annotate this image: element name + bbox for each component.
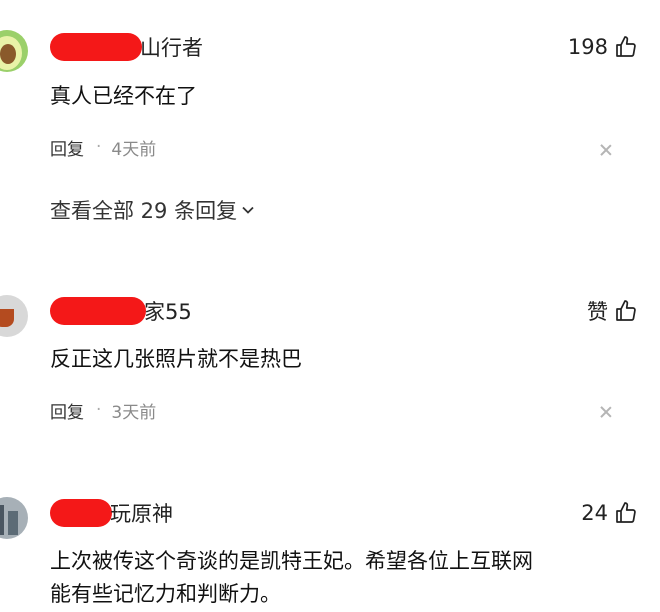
- comment-text-line-1: 上次被传这个奇谈的是凯特王妃。希望各位上互联网: [50, 549, 533, 573]
- timestamp: 4天前: [111, 139, 157, 160]
- like-count: 198: [567, 35, 608, 59]
- reply-button[interactable]: 回复: [50, 398, 84, 423]
- comment-header: 山行者: [50, 32, 203, 62]
- redaction-mark: [50, 297, 146, 325]
- username[interactable]: 家55: [144, 296, 192, 326]
- avatar[interactable]: [0, 295, 28, 337]
- comment-text: 反正这几张照片就不是热巴: [50, 347, 302, 371]
- close-icon[interactable]: [600, 144, 612, 156]
- separator-dot: ·: [96, 400, 102, 420]
- like-label: 赞: [587, 300, 608, 324]
- comment-header: 玩原神: [50, 498, 173, 528]
- thumbs-up-icon: [616, 300, 636, 321]
- like-count: 24: [581, 501, 608, 525]
- close-icon[interactable]: [600, 406, 612, 418]
- avatar[interactable]: [0, 30, 28, 72]
- comment-text: 真人已经不在了: [50, 84, 197, 108]
- username[interactable]: 玩原神: [110, 498, 173, 528]
- redaction-mark: [50, 499, 112, 527]
- avatar[interactable]: [0, 497, 28, 539]
- reply-button[interactable]: 回复: [50, 135, 84, 160]
- view-all-replies-label: 查看全部 29 条回复: [50, 199, 238, 223]
- username[interactable]: 山行者: [140, 32, 203, 62]
- comment-meta: 回复 · 4天前: [50, 135, 157, 160]
- thumbs-up-icon: [616, 36, 636, 57]
- comment-header: 家55: [50, 296, 192, 326]
- like-button[interactable]: 198: [568, 32, 638, 62]
- redaction-mark: [50, 33, 142, 61]
- timestamp: 3天前: [111, 402, 157, 423]
- thumbs-up-icon: [616, 502, 636, 523]
- comment-text-line-2: 能有些记忆力和判断力。: [50, 582, 281, 606]
- chevron-down-icon: [242, 206, 254, 214]
- like-button[interactable]: 24: [581, 498, 638, 528]
- like-button[interactable]: 赞: [587, 296, 638, 326]
- view-all-replies-button[interactable]: 查看全部 29 条回复: [50, 195, 255, 225]
- separator-dot: ·: [96, 137, 102, 157]
- comment-meta: 回复 · 3天前: [50, 398, 157, 423]
